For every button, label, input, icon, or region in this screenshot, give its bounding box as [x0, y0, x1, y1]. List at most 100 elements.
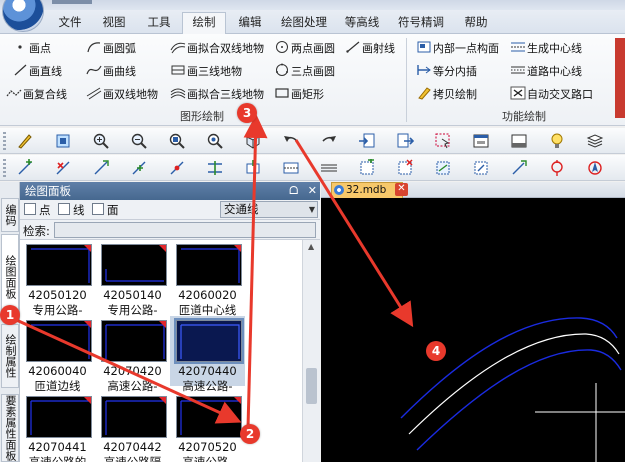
symbol-item[interactable]: 42050140 专用公路- — [95, 240, 170, 317]
select-icon[interactable] — [432, 130, 454, 152]
close-tab-icon[interactable]: ✕ — [395, 183, 408, 196]
filter-area-label: 面 — [107, 203, 119, 217]
menu-file[interactable]: 文件 — [50, 13, 90, 34]
toolbar-grip[interactable] — [3, 132, 6, 150]
symbol-item[interactable]: 42050120 专用公路- — [20, 240, 95, 317]
search-input[interactable] — [54, 222, 316, 238]
menu-edit[interactable]: 编辑 — [230, 13, 270, 34]
symbol-item[interactable]: 42060020 匝道中心线 — [170, 240, 245, 317]
search-label: 检索: — [23, 224, 50, 238]
split-icon[interactable] — [204, 157, 226, 179]
undo-icon[interactable] — [280, 130, 302, 152]
ribbon-road-centerline[interactable]: 道路中心线 — [510, 63, 582, 81]
ribbon-draw-polyline[interactable]: 画复合线 — [6, 86, 67, 104]
ribbon-build-face[interactable]: 内部一点构面 — [416, 40, 499, 58]
ribbon-draw-arc[interactable]: 画圆弧 — [86, 40, 136, 58]
favorite-marker-icon — [233, 397, 241, 405]
cube-icon[interactable] — [242, 130, 264, 152]
filter-point-checkbox[interactable] — [24, 203, 36, 215]
redo-icon[interactable] — [318, 130, 340, 152]
ribbon-draw-ray[interactable]: 画射线 — [345, 40, 395, 58]
ribbon-draw-line[interactable]: 画直线 — [12, 63, 62, 81]
panel-icon[interactable] — [508, 130, 530, 152]
symbol-item[interactable]: 42060040 匝道边线 — [20, 316, 95, 393]
curve-icon — [86, 65, 102, 75]
ribbon-draw-circle-2pt[interactable]: 两点画圆 — [274, 40, 335, 58]
ribbon-centerline[interactable]: 生成中心线 — [510, 40, 582, 58]
filter-line-checkbox[interactable] — [58, 203, 70, 215]
join-icon[interactable] — [242, 157, 264, 179]
add-node-icon[interactable] — [14, 157, 36, 179]
toolbar-edit — [0, 155, 625, 181]
snap-line-icon[interactable] — [508, 157, 530, 179]
insert-node-icon[interactable] — [128, 157, 150, 179]
menu-tools[interactable]: 工具 — [138, 13, 180, 34]
light-icon[interactable] — [546, 130, 568, 152]
scrollbar-thumb[interactable] — [306, 368, 317, 404]
symbol-item[interactable]: 42070520 高速公路- — [170, 392, 245, 462]
ribbon-label: 道路中心线 — [527, 65, 582, 78]
menu-drawing-process[interactable]: 绘图处理 — [274, 13, 334, 34]
menu-view[interactable]: 视图 — [92, 13, 136, 34]
panel-header: 绘图面板 ᗝ ✕ — [20, 182, 320, 200]
ribbon-auto-intersection[interactable]: 自动交叉路口 — [510, 86, 593, 104]
symbol-item-selected[interactable]: 42070440 高速公路- — [170, 316, 245, 393]
ribbon-label: 画复合线 — [23, 88, 67, 101]
side-tab-draw-attributes[interactable]: 绘制属性 — [1, 324, 19, 388]
ribbon-draw-fit-double-line[interactable]: 画拟合双线地物 — [170, 40, 264, 58]
zoom-out-icon[interactable] — [128, 130, 150, 152]
symbol-item[interactable]: 42070442 高速公路隔 — [95, 392, 170, 462]
menu-contour[interactable]: 等高线 — [338, 13, 386, 34]
symbol-item[interactable]: 42070441 高速公路的 — [20, 392, 95, 462]
pencil-icon[interactable] — [14, 130, 36, 152]
document-tab[interactable]: 32.mdb — [331, 182, 403, 198]
ribbon-draw-curve[interactable]: 画曲线 — [86, 63, 136, 81]
float-panel-icon[interactable]: ᗝ — [289, 184, 298, 197]
favorite-marker-icon — [158, 397, 166, 405]
ribbon-draw-point[interactable]: 画点 — [12, 40, 51, 58]
delete-node-icon[interactable] — [52, 157, 74, 179]
ribbon-copy-draw[interactable]: 拷贝绘制 — [416, 86, 477, 104]
menu-symbol-refine[interactable]: 符号精调 — [392, 13, 450, 34]
symbol-item[interactable]: 42070420 高速公路- — [95, 316, 170, 393]
pin-node-icon[interactable] — [166, 157, 188, 179]
scroll-up-icon[interactable]: ▲ — [308, 242, 314, 251]
zoom-extent-icon[interactable] — [204, 130, 226, 152]
ribbon-interpolate[interactable]: 等分内插 — [416, 63, 477, 81]
import-icon[interactable] — [356, 130, 378, 152]
ribbon-draw-circle-3pt[interactable]: 三点画圆 — [274, 63, 335, 81]
ribbon-overflow-button[interactable] — [615, 38, 625, 118]
toolbar-grip[interactable] — [3, 159, 6, 177]
move-node-icon[interactable] — [90, 157, 112, 179]
double-line-icon — [86, 87, 102, 100]
add-layer-icon[interactable] — [318, 157, 340, 179]
delete-layer-icon[interactable] — [356, 157, 378, 179]
ribbon-draw-triple-line[interactable]: 画三线地物 — [170, 63, 242, 81]
target-icon[interactable] — [546, 157, 568, 179]
close-panel-icon[interactable]: ✕ — [308, 184, 317, 197]
side-tab-code-table[interactable]: 编码表 — [0, 198, 19, 232]
side-tab-feature-attributes[interactable]: 要素属性面板 — [1, 394, 19, 462]
ribbon-draw-rectangle[interactable]: 画矩形 — [274, 86, 324, 104]
swap-icon[interactable] — [394, 157, 416, 179]
ribbon-draw-double-line[interactable]: 画双线地物 — [86, 86, 158, 104]
zoom-window-icon[interactable] — [166, 130, 188, 152]
line-style-icon[interactable] — [280, 157, 302, 179]
layer-select[interactable]: 交通线 ▼ — [220, 201, 318, 218]
filter-area-checkbox[interactable] — [92, 203, 104, 215]
stack-icon[interactable] — [584, 130, 606, 152]
export-icon[interactable] — [394, 130, 416, 152]
zoom-in-icon[interactable] — [90, 130, 112, 152]
menu-help[interactable]: 帮助 — [456, 13, 496, 34]
map-icon[interactable] — [52, 130, 74, 152]
ribbon-draw-fit-triple-line[interactable]: 画拟合三线地物 — [170, 86, 264, 104]
curve-edit-icon[interactable] — [432, 157, 454, 179]
quick-access-toolbar[interactable] — [52, 0, 92, 4]
window-icon[interactable] — [470, 130, 492, 152]
snap-icon[interactable] — [470, 157, 492, 179]
document-tab-label: 32.mdb — [346, 184, 387, 196]
map-canvas[interactable] — [321, 198, 625, 462]
compass-icon[interactable] — [584, 157, 606, 179]
menu-draw[interactable]: 绘制 — [182, 12, 226, 35]
symbol-grid-scrollbar[interactable]: ▲ — [302, 240, 320, 462]
